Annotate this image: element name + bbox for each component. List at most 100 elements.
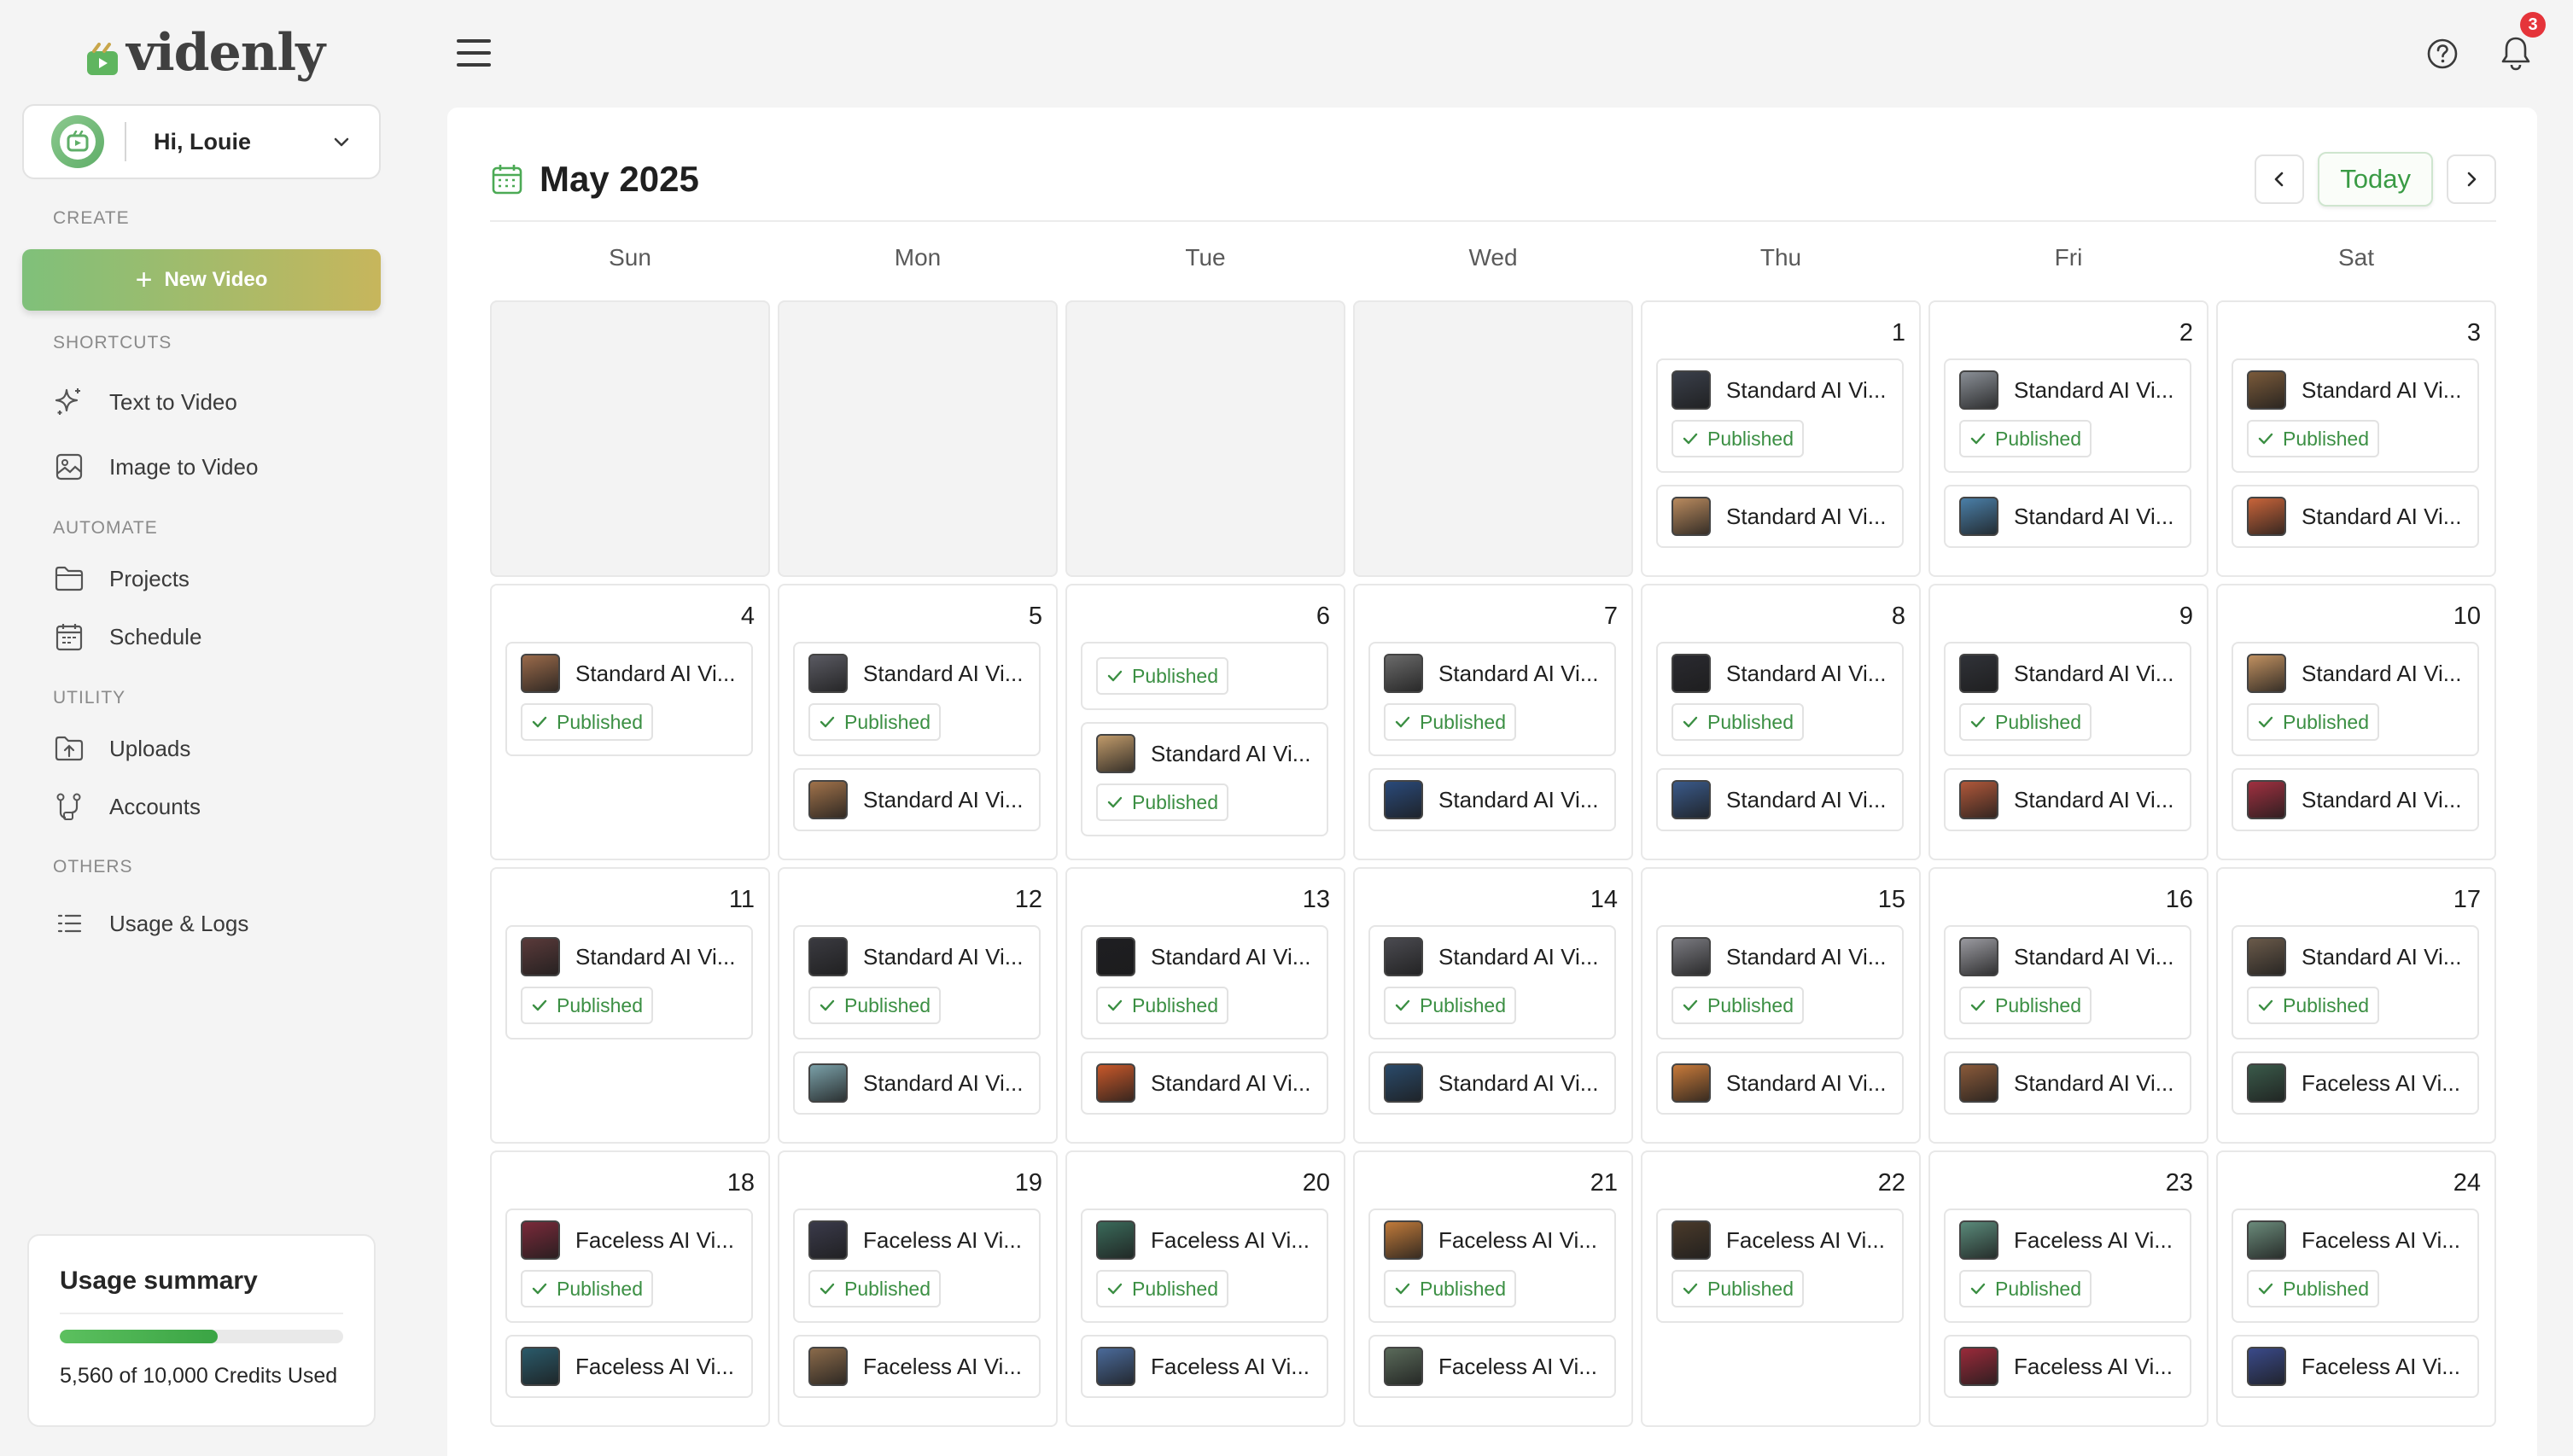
video-event-card[interactable]: Standard AI Vi... (2232, 485, 2479, 548)
video-event-card[interactable]: Standard AI Vi... Published (505, 925, 753, 1040)
calendar-day-cell[interactable]: 4 Standard AI Vi... Published (490, 584, 770, 860)
day-number: 23 (2165, 1169, 2193, 1197)
weekday-header: Sat (2337, 244, 2375, 271)
calendar-day-cell[interactable]: 12 Standard AI Vi... Published Standard AI … (778, 867, 1058, 1144)
video-event-card[interactable]: Faceless AI Vi... Published (1656, 1208, 1904, 1323)
calendar-day-cell[interactable]: 22 Faceless AI Vi... Published (1641, 1150, 1921, 1427)
calendar-day-cell[interactable]: 19 Faceless AI Vi... Published Faceless AI … (778, 1150, 1058, 1427)
today-button[interactable]: Today (2318, 152, 2433, 207)
calendar-day-cell[interactable]: 6 Published Standard AI Vi... Published (1065, 584, 1345, 860)
sidebar-item-text-to-video[interactable]: Text to Video (53, 381, 237, 423)
calendar-day-cell[interactable]: 8 Standard AI Vi... Published Standard AI V… (1641, 584, 1921, 860)
calendar-day-cell[interactable]: 21 Faceless AI Vi... Published Faceless AI … (1353, 1150, 1633, 1427)
video-event-card[interactable]: Standard AI Vi... (1656, 1051, 1904, 1115)
video-event-card[interactable]: Standard AI Vi... Published (1656, 925, 1904, 1040)
video-event-card[interactable]: Standard AI Vi... (1368, 768, 1616, 831)
calendar-day-cell[interactable]: 13 Standard AI Vi... Published Standard AI … (1065, 867, 1345, 1144)
calendar-day-cell[interactable]: 20 Faceless AI Vi... Published Faceless AI … (1065, 1150, 1345, 1427)
app-logo[interactable]: videnly (85, 19, 325, 87)
calendar-day-cell[interactable]: 24 Faceless AI Vi... Published Faceless AI … (2216, 1150, 2496, 1427)
video-event-card[interactable]: Standard AI Vi... Published (1944, 358, 2191, 473)
calendar-day-cell[interactable]: 23 Faceless AI Vi... Published Faceless AI … (1928, 1150, 2208, 1427)
video-event-card[interactable]: Standard AI Vi... Published (1944, 642, 2191, 756)
sidebar-item-uploads[interactable]: Uploads (53, 727, 190, 770)
video-event-card[interactable]: Standard AI Vi... Published (1368, 642, 1616, 756)
video-event-card[interactable]: Faceless AI Vi... (793, 1335, 1041, 1398)
calendar-day-cell[interactable]: 16 Standard AI Vi... Published Standard AI … (1928, 867, 2208, 1144)
menu-toggle-button[interactable] (457, 38, 491, 68)
calendar-day-cell[interactable]: 9 Standard AI Vi... Published Standard AI V… (1928, 584, 2208, 860)
video-event-card[interactable]: Standard AI Vi... (1656, 485, 1904, 548)
prev-month-button[interactable] (2255, 154, 2305, 204)
plus-icon: + (135, 263, 153, 296)
calendar-empty-cell (490, 300, 770, 577)
calendar-day-cell[interactable]: 17 Standard AI Vi... Published Faceless AI … (2216, 867, 2496, 1144)
day-number: 4 (740, 603, 755, 630)
video-event-card[interactable]: Standard AI Vi... Published (2232, 642, 2479, 756)
sidebar-item-accounts[interactable]: Accounts (53, 785, 201, 828)
check-icon (1107, 1283, 1123, 1295)
check-icon (1395, 999, 1410, 1011)
video-event-card[interactable]: Faceless AI Vi... (1944, 1335, 2191, 1398)
video-event-card[interactable]: Standard AI Vi... (1944, 485, 2191, 548)
video-event-card[interactable]: Faceless AI Vi... (1081, 1335, 1328, 1398)
video-event-card[interactable]: Published (1081, 642, 1328, 710)
calendar-day-cell[interactable]: 11 Standard AI Vi... Published (490, 867, 770, 1144)
video-event-card[interactable]: Faceless AI Vi... Published (1368, 1208, 1616, 1323)
video-event-card[interactable]: Standard AI Vi... Published (1944, 925, 2191, 1040)
new-video-button[interactable]: + New Video (22, 249, 381, 311)
video-event-card[interactable]: Faceless AI Vi... (2232, 1051, 2479, 1115)
video-event-card[interactable]: Standard AI Vi... Published (1656, 358, 1904, 473)
check-icon (1107, 670, 1123, 682)
video-event-card[interactable]: Standard AI Vi... Published (1656, 642, 1904, 756)
video-event-card[interactable]: Faceless AI Vi... (1368, 1335, 1616, 1398)
help-icon[interactable] (2424, 36, 2460, 76)
user-menu[interactable]: Hi, Louie (22, 104, 381, 179)
video-event-card[interactable]: Standard AI Vi... (793, 768, 1041, 831)
calendar-day-cell[interactable]: 3 Standard AI Vi... Published Standard AI V… (2216, 300, 2496, 577)
sidebar-item-usage-logs[interactable]: Usage & Logs (53, 902, 248, 945)
video-event-card[interactable]: Faceless AI Vi... Published (505, 1208, 753, 1323)
video-event-card[interactable]: Faceless AI Vi... Published (793, 1208, 1041, 1323)
video-event-card[interactable]: Faceless AI Vi... (2232, 1335, 2479, 1398)
check-icon (1683, 999, 1698, 1011)
next-month-button[interactable] (2447, 154, 2496, 204)
video-event-card[interactable]: Standard AI Vi... Published (793, 925, 1041, 1040)
video-title: Faceless AI Vi... (2302, 1069, 2460, 1096)
video-event-card[interactable]: Standard AI Vi... Published (793, 642, 1041, 756)
video-thumbnail (1384, 780, 1423, 819)
video-event-card[interactable]: Standard AI Vi... Published (1081, 925, 1328, 1040)
video-event-card[interactable]: Standard AI Vi... Published (2232, 358, 2479, 473)
video-event-card[interactable]: Faceless AI Vi... (505, 1335, 753, 1398)
video-event-card[interactable]: Standard AI Vi... Published (1081, 722, 1328, 836)
calendar-day-cell[interactable]: 1 Standard AI Vi... Published Standard AI V… (1641, 300, 1921, 577)
calendar-day-cell[interactable]: 14 Standard AI Vi... Published Standard AI … (1353, 867, 1633, 1144)
sidebar-item-projects[interactable]: Projects (53, 557, 190, 600)
video-event-card[interactable]: Standard AI Vi... (793, 1051, 1041, 1115)
video-event-card[interactable]: Standard AI Vi... (1944, 768, 2191, 831)
video-event-card[interactable]: Standard AI Vi... (1081, 1051, 1328, 1115)
video-event-card[interactable]: Standard AI Vi... Published (505, 642, 753, 756)
video-event-card[interactable]: Standard AI Vi... Published (1368, 925, 1616, 1040)
video-event-card[interactable]: Faceless AI Vi... Published (1944, 1208, 2191, 1323)
sidebar-item-schedule[interactable]: Schedule (53, 615, 201, 658)
calendar-day-cell[interactable]: 2 Standard AI Vi... Published Standard AI V… (1928, 300, 2208, 577)
day-number: 19 (1014, 1169, 1042, 1197)
calendar-day-cell[interactable]: 5 Standard AI Vi... Published Standard AI V… (778, 584, 1058, 860)
video-event-card[interactable]: Faceless AI Vi... Published (2232, 1208, 2479, 1323)
day-number: 15 (1877, 886, 1905, 913)
video-event-card[interactable]: Standard AI Vi... (1656, 768, 1904, 831)
calendar-day-cell[interactable]: 18 Faceless AI Vi... Published Faceless AI … (490, 1150, 770, 1427)
bell-icon[interactable] (2498, 34, 2534, 76)
video-event-card[interactable]: Faceless AI Vi... Published (1081, 1208, 1328, 1323)
calendar-day-cell[interactable]: 15 Standard AI Vi... Published Standard AI … (1641, 867, 1921, 1144)
sidebar-item-image-to-video[interactable]: Image to Video (53, 446, 258, 488)
video-event-card[interactable]: Standard AI Vi... (1944, 1051, 2191, 1115)
calendar-day-cell[interactable]: 7 Standard AI Vi... Published Standard AI V… (1353, 584, 1633, 860)
check-icon (2258, 433, 2273, 445)
calendar-day-cell[interactable]: 10 Standard AI Vi... Published Standard AI … (2216, 584, 2496, 860)
video-event-card[interactable]: Standard AI Vi... (1368, 1051, 1616, 1115)
check-icon (820, 999, 835, 1011)
video-event-card[interactable]: Standard AI Vi... Published (2232, 925, 2479, 1040)
video-event-card[interactable]: Standard AI Vi... (2232, 768, 2479, 831)
